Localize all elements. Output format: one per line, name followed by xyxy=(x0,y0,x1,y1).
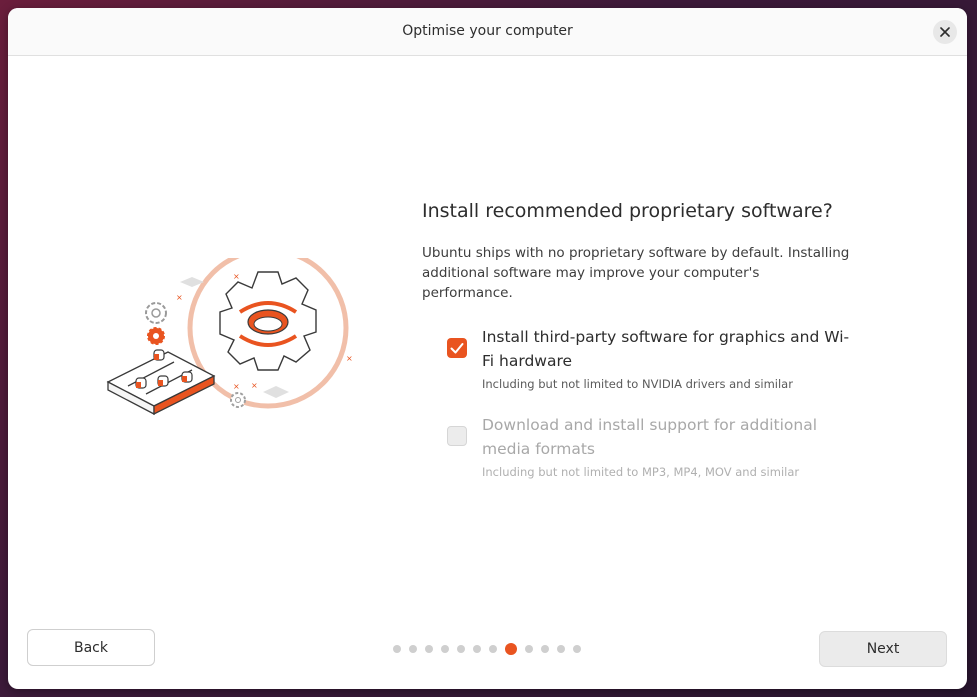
close-icon xyxy=(940,27,950,37)
progress-dot xyxy=(541,645,549,653)
progress-dot xyxy=(409,645,417,653)
svg-text:×: × xyxy=(346,354,353,363)
progress-dot xyxy=(393,645,401,653)
main-content: Install recommended proprietary software… xyxy=(422,200,862,479)
close-button[interactable] xyxy=(933,20,957,44)
progress-dot xyxy=(473,645,481,653)
checkmark-icon xyxy=(450,343,464,354)
third-party-checkbox[interactable] xyxy=(447,338,467,358)
progress-dots xyxy=(393,643,581,655)
installer-window: Optimise your computer × × × × × Install… xyxy=(8,8,967,689)
media-formats-checkbox[interactable] xyxy=(447,426,467,446)
progress-dot xyxy=(441,645,449,653)
svg-text:×: × xyxy=(251,381,258,390)
back-button[interactable]: Back xyxy=(27,629,155,666)
option-label: Download and install support for additio… xyxy=(482,416,818,458)
page-description: Ubuntu ships with no proprietary softwar… xyxy=(422,245,850,301)
option-sublabel: Including but not limited to NVIDIA driv… xyxy=(482,377,793,391)
progress-dot xyxy=(573,645,581,653)
window-title: Optimise your computer xyxy=(402,23,573,39)
progress-dot-active xyxy=(505,643,517,655)
progress-dot xyxy=(525,645,533,653)
page-heading: Install recommended proprietary software… xyxy=(422,200,833,222)
svg-text:×: × xyxy=(176,293,183,302)
next-button[interactable]: Next xyxy=(819,631,947,667)
optimise-illustration: × × × × × xyxy=(106,258,353,416)
progress-dot xyxy=(489,645,497,653)
option-label: Install third-party software for graphic… xyxy=(482,328,850,370)
option-sublabel: Including but not limited to MP3, MP4, M… xyxy=(482,465,800,479)
svg-text:×: × xyxy=(233,382,240,391)
svg-text:×: × xyxy=(233,272,240,281)
title-bar: Optimise your computer xyxy=(8,8,967,56)
progress-dot xyxy=(457,645,465,653)
progress-dot xyxy=(425,645,433,653)
progress-dot xyxy=(557,645,565,653)
